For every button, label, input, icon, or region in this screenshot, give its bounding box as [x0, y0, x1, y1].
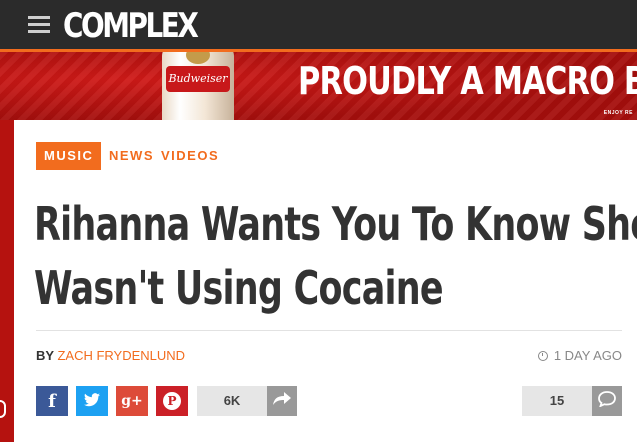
bottle-label: Budweiser: [166, 66, 230, 92]
menu-icon-line: [28, 30, 50, 33]
headline-line-1: Rihanna Wants You To Know She: [34, 197, 637, 251]
googleplus-share-button[interactable]: g+: [116, 386, 148, 416]
comment-button[interactable]: [592, 386, 622, 416]
timestamp-text: 1 DAY AGO: [553, 348, 622, 363]
divider: [36, 330, 622, 331]
clock-icon: [537, 350, 548, 361]
ad-headline: PROUDLY A MACRO BEE: [298, 59, 637, 103]
googleplus-icon: g+: [121, 393, 143, 409]
bottle-crest: [186, 52, 210, 64]
tag-music[interactable]: MUSIC: [36, 142, 102, 170]
left-edge-background: [0, 120, 14, 442]
facebook-share-button[interactable]: f: [36, 386, 68, 416]
article-headline: Rihanna Wants You To Know She Wasn't Usi…: [34, 192, 637, 320]
pinterest-icon: P: [163, 392, 181, 410]
beer-bottle-image: Budweiser: [162, 52, 234, 120]
tag-videos[interactable]: VIDEOS: [161, 142, 219, 170]
menu-icon-line: [28, 23, 50, 26]
article-card: MUSIC NEWS VIDEOS Rihanna Wants You To K…: [14, 120, 637, 442]
facebook-icon: f: [48, 390, 56, 412]
comment-bubble-icon: [598, 390, 616, 412]
twitter-icon: [84, 392, 100, 410]
share-arrow-icon: [273, 391, 291, 411]
comment-count: 15: [522, 386, 592, 416]
menu-icon-line: [28, 16, 50, 19]
tag-news[interactable]: NEWS: [109, 142, 154, 170]
top-nav-bar: COMPLEX: [0, 0, 637, 52]
byline-prefix: BY: [36, 348, 54, 363]
pinterest-share-button[interactable]: P: [156, 386, 188, 416]
timestamp: 1 DAY AGO: [537, 348, 622, 363]
ad-fine-print: ENJOY RE: [603, 110, 633, 116]
headline-line-2: Wasn't Using Cocaine: [34, 261, 444, 315]
menu-icon[interactable]: [28, 16, 50, 34]
share-button[interactable]: [267, 386, 297, 416]
ad-banner[interactable]: Budweiser PROUDLY A MACRO BEE ENJOY RE: [0, 52, 637, 120]
share-count: 6K: [197, 386, 267, 416]
site-logo[interactable]: COMPLEX: [63, 6, 199, 46]
byline: BY ZACH FRYDENLUND: [36, 348, 185, 363]
twitter-share-button[interactable]: [76, 386, 108, 416]
author-link[interactable]: ZACH FRYDENLUND: [57, 348, 185, 363]
